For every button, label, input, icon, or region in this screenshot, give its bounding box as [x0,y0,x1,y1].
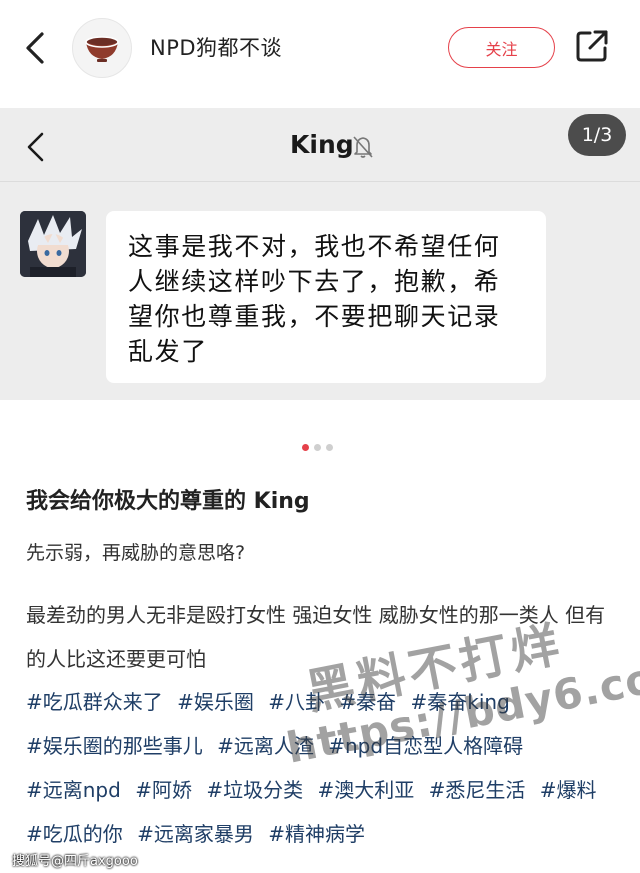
hashtag-link[interactable]: #吃瓜群众来了 [26,690,163,714]
chat-header: King [0,108,640,182]
carousel-dot[interactable] [326,444,333,451]
hashtag-link[interactable]: #娱乐圈 [177,690,254,714]
hashtag-link[interactable]: #娱乐圈的那些事儿 [26,734,203,758]
hashtag-link[interactable]: #垃圾分类 [206,778,303,802]
hashtag-link[interactable]: #八卦 [268,690,325,714]
anime-avatar-icon [20,211,86,277]
author-avatar[interactable] [72,18,132,78]
bell-muted-icon [353,136,373,158]
back-chevron-icon[interactable] [18,28,52,68]
bowl-icon [85,36,119,62]
carousel-dot-active[interactable] [302,444,309,451]
hashtag-link[interactable]: #爆料 [540,778,597,802]
post-line: 先示弱，再威胁的意思咯? [26,542,246,564]
hashtag-link[interactable]: #npd自恋型人格障碍 [328,734,523,758]
hashtag-link[interactable]: #远离人渣 [217,734,314,758]
share-out-icon[interactable] [574,28,610,64]
carousel-dots [302,444,333,452]
top-bar: NPD狗都不谈 关注 [0,0,640,95]
hashtag-link[interactable]: #远离npd [26,778,121,802]
chat-title: King [290,130,354,159]
post-image-chat-screenshot[interactable]: King 1/3 这事是我不对，我也不希望任何人继续这样吵下去了，抱歉，希望你也… [0,108,640,400]
follow-button[interactable]: 关注 [448,27,555,68]
hashtag-link[interactable]: #悉尼生活 [429,778,526,802]
hashtag-link[interactable]: #阿娇 [135,778,192,802]
footer-watermark: 搜狐号@四斤axgooo [12,854,138,869]
post-title: 我会给你极大的尊重的 King [26,489,310,514]
image-page-indicator: 1/3 [568,114,626,156]
post-paragraph: 最差劲的男人无非是殴打女性 强迫女性 威胁女性的那一类人 但有的人比这还要更可怕 [26,603,606,671]
hashtag-link[interactable]: #秦奋 [339,690,396,714]
hashtag-link[interactable]: #澳大利亚 [317,778,414,802]
hashtag-link[interactable]: #吃瓜的你 [26,822,123,846]
chevron-left-icon [27,132,44,162]
hashtag-list: #吃瓜群众来了 #娱乐圈 #八卦 #秦奋 #秦奋king #娱乐圈的那些事儿 #… [26,680,626,856]
contact-avatar [20,211,86,277]
carousel-dot[interactable] [314,444,321,451]
hashtag-link[interactable]: #精神病学 [268,822,365,846]
hashtag-link[interactable]: #秦奋king [411,690,510,714]
chat-message-bubble: 这事是我不对，我也不希望任何人继续这样吵下去了，抱歉，希望你也尊重我，不要把聊天… [106,211,546,383]
author-name[interactable]: NPD狗都不谈 [150,32,282,62]
hashtag-link[interactable]: #远离家暴男 [137,822,254,846]
